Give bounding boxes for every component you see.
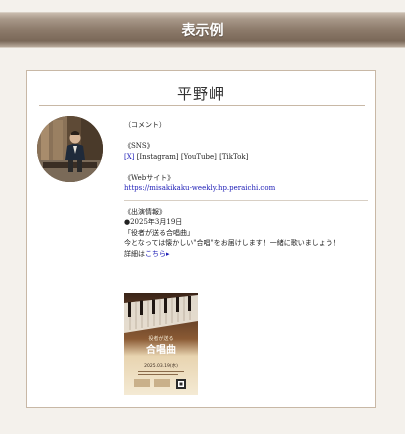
details-prefix: 詳細は: [124, 249, 145, 258]
poster-image: 役者が送る 合唱曲 2025.03.19(水): [124, 293, 198, 395]
sns-link-tiktok[interactable]: [TikTok]: [219, 153, 248, 161]
sns-link-youtube[interactable]: [YouTube]: [181, 153, 217, 161]
sns-links: [X] [Instagram] [YouTube] [TikTok]: [124, 152, 368, 163]
header-title: 表示例: [181, 23, 224, 39]
sns-heading: 《SNS》: [124, 142, 154, 150]
event-heading: 《出演情報》: [124, 207, 166, 216]
event-details: 詳細はこちら▸: [124, 249, 368, 260]
poster-subtitle: 役者が送る: [148, 335, 173, 342]
web-url-link[interactable]: https://misakikaku-weekly.hp.peraichi.co…: [124, 183, 368, 194]
event-date: ●2025年3月19日: [124, 218, 183, 226]
comment-text: （コメント）: [124, 121, 166, 129]
event-title: 「役者が送る合唱曲」: [124, 228, 194, 237]
profile-name: 平野岬: [176, 85, 225, 103]
info-divider: [124, 199, 368, 201]
details-link[interactable]: こちら▸: [145, 250, 170, 258]
header-banner: 表示例: [0, 12, 405, 48]
web-heading: 《Webサイト》: [124, 173, 175, 182]
poster-date: 2025.03.19(水): [144, 362, 178, 369]
name-divider: [39, 105, 365, 106]
profile-card: 平野岬 （コメント） 《SNS》 [X] [Instagram] [YouTub…: [26, 70, 376, 408]
profile-info: （コメント） 《SNS》 [X] [Instagram] [YouTube] […: [124, 120, 368, 259]
poster-title: 合唱曲: [145, 343, 176, 356]
avatar: [37, 116, 103, 182]
sns-link-instagram[interactable]: [Instagram]: [137, 153, 179, 161]
event-description: 今となっては懐かしい"合唱"をお届けします！一緒に歌いましょう！: [124, 239, 340, 247]
avatar-photo: [37, 116, 103, 182]
sns-link-x[interactable]: [X]: [124, 153, 134, 161]
event-poster[interactable]: 役者が送る 合唱曲 2025.03.19(水): [124, 293, 198, 395]
